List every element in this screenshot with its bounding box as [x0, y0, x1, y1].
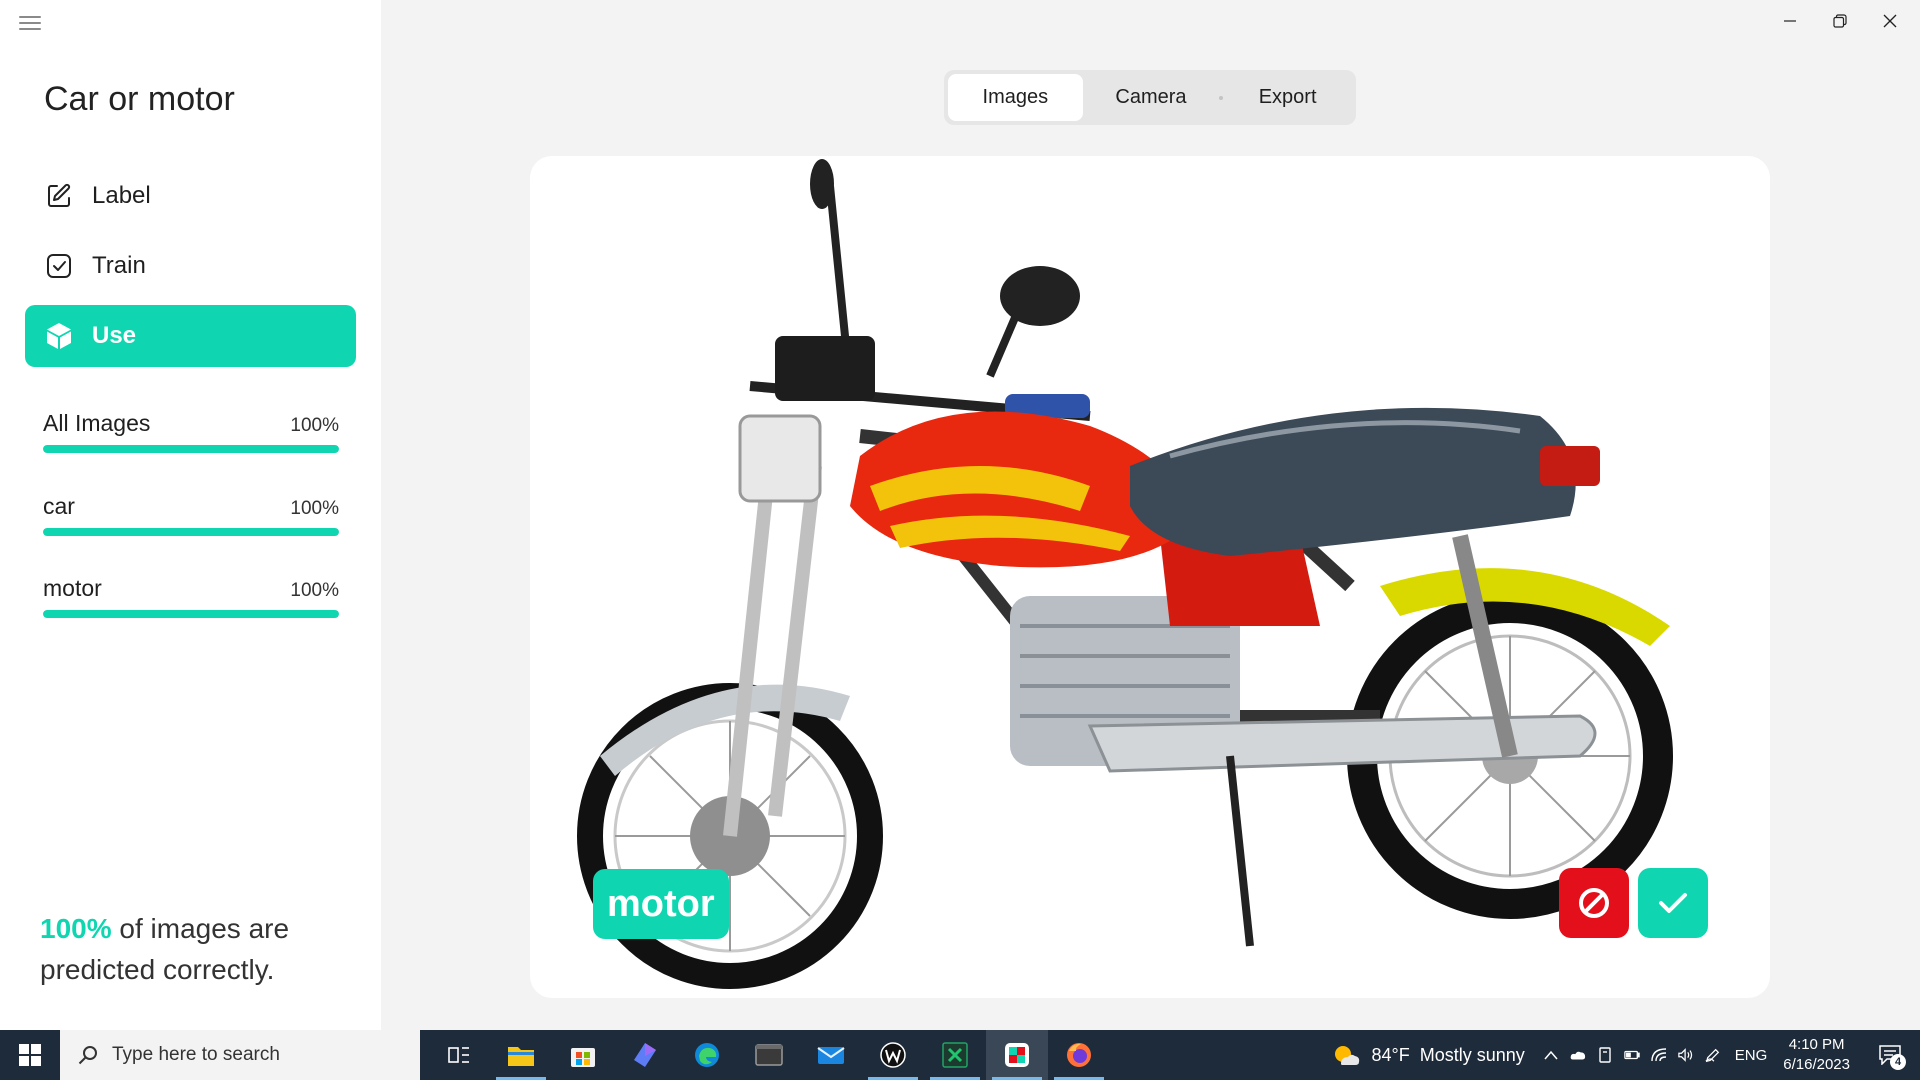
- summary-percent: 100%: [40, 913, 112, 944]
- chevron-up-icon[interactable]: [1543, 1047, 1559, 1063]
- firefox-button[interactable]: [1048, 1030, 1110, 1080]
- task-view-button[interactable]: [428, 1030, 490, 1080]
- wordpad-button[interactable]: [862, 1030, 924, 1080]
- cube-icon: [44, 321, 74, 351]
- start-button[interactable]: [0, 1030, 60, 1080]
- file-explorer-button[interactable]: [490, 1030, 552, 1080]
- accuracy-bar: [43, 610, 339, 618]
- mail-button[interactable]: [800, 1030, 862, 1080]
- volume-icon[interactable]: [1678, 1047, 1694, 1063]
- weather-condition: Mostly sunny: [1419, 1044, 1525, 1065]
- edge-button[interactable]: [676, 1030, 738, 1080]
- copilot-button[interactable]: [614, 1030, 676, 1080]
- system-tray: 84°F Mostly sunny ENG 4:10 PM 6/16/2023 …: [1331, 1030, 1920, 1080]
- accuracy-bar-fill: [43, 610, 339, 618]
- mark-incorrect-button[interactable]: [1559, 868, 1629, 938]
- project-title: Car or motor: [44, 80, 235, 118]
- accuracy-bar-fill: [43, 445, 339, 453]
- restore-icon: [1833, 14, 1847, 28]
- taskbar-search-box[interactable]: Type here to search: [60, 1030, 420, 1080]
- windows-taskbar: Type here to search 84°F Mostly sunny EN…: [0, 1030, 1920, 1080]
- input-language[interactable]: ENG: [1735, 1047, 1768, 1064]
- edit-icon: [44, 181, 74, 211]
- nav-item-train-text: Train: [92, 252, 146, 279]
- nav-item-train[interactable]: Train: [25, 235, 356, 297]
- search-icon: [78, 1046, 97, 1065]
- microsoft-store-button[interactable]: [552, 1030, 614, 1080]
- tab-images[interactable]: Images: [948, 74, 1083, 121]
- minimize-button[interactable]: [1768, 8, 1812, 34]
- tab-export[interactable]: Export: [1223, 74, 1352, 121]
- hamburger-menu-icon[interactable]: [19, 14, 41, 32]
- notification-center-button[interactable]: 4: [1868, 1030, 1912, 1080]
- clock[interactable]: 4:10 PM 6/16/2023: [1783, 1035, 1850, 1075]
- taskbar-apps: [428, 1030, 1110, 1080]
- accuracy-bar: [43, 445, 339, 453]
- stat-car[interactable]: car 100%: [43, 493, 339, 536]
- view-tabs: Images Camera Export: [944, 70, 1356, 125]
- stat-name: All Images: [43, 410, 151, 436]
- stat-percent: 100%: [290, 415, 339, 436]
- accuracy-bar-fill: [43, 528, 339, 536]
- terminal-button[interactable]: [738, 1030, 800, 1080]
- restore-button[interactable]: [1818, 8, 1862, 34]
- excel-button[interactable]: [924, 1030, 986, 1080]
- image-preview-card: motor: [530, 156, 1770, 998]
- minimize-icon: [1784, 20, 1796, 22]
- weather-widget[interactable]: 84°F Mostly sunny: [1331, 1042, 1525, 1068]
- tray-icons: [1543, 1047, 1721, 1063]
- lobe-app-button[interactable]: [986, 1030, 1048, 1080]
- file-explorer-icon: [508, 1047, 534, 1066]
- stat-percent: 100%: [290, 580, 339, 601]
- stat-percent: 100%: [290, 498, 339, 519]
- stat-motor[interactable]: motor 100%: [43, 575, 339, 618]
- stat-name: motor: [43, 575, 102, 601]
- task-view-icon: [448, 1047, 469, 1063]
- tab-camera[interactable]: Camera: [1083, 74, 1220, 121]
- search-placeholder: Type here to search: [112, 1044, 280, 1065]
- terminal-icon: [755, 1044, 783, 1066]
- weather-temperature: 84°F: [1371, 1044, 1410, 1065]
- clock-date: 6/16/2023: [1783, 1056, 1850, 1073]
- partly-sunny-icon: [1335, 1046, 1360, 1065]
- wifi-icon[interactable]: [1651, 1047, 1667, 1063]
- battery-icon[interactable]: [1624, 1047, 1640, 1063]
- pen-icon[interactable]: [1705, 1047, 1721, 1063]
- accuracy-bar: [43, 528, 339, 536]
- excel-icon: [942, 1042, 968, 1068]
- accuracy-summary: 100% of images are predicted correctly.: [40, 908, 340, 990]
- edge-icon: [695, 1043, 719, 1067]
- close-button[interactable]: [1868, 8, 1912, 34]
- clock-time: 4:10 PM: [1788, 1036, 1845, 1053]
- onedrive-icon[interactable]: [1570, 1047, 1586, 1063]
- nav-item-use[interactable]: Use: [25, 305, 356, 367]
- windows-logo-icon: [19, 1044, 41, 1066]
- nav-item-use-text: Use: [92, 322, 137, 349]
- sidebar: Car or motor Label Train Use All Images …: [0, 0, 381, 1030]
- prohibited-icon: [1579, 888, 1609, 918]
- mark-correct-button[interactable]: [1638, 868, 1708, 938]
- prediction-label: motor: [593, 869, 729, 939]
- mail-icon: [817, 1047, 845, 1064]
- firefox-icon: [1067, 1043, 1091, 1067]
- lobe-app-icon: [1005, 1043, 1029, 1067]
- copilot-icon: [634, 1043, 656, 1067]
- notification-count-badge: 4: [1890, 1054, 1906, 1070]
- checkbox-icon: [44, 251, 74, 281]
- device-icon[interactable]: [1597, 1047, 1613, 1063]
- microsoft-store-icon: [571, 1048, 595, 1067]
- stat-name: car: [43, 493, 75, 519]
- checkmark-icon: [1659, 893, 1687, 913]
- wordpad-icon: [880, 1042, 906, 1068]
- nav-item-label-text: Label: [92, 182, 151, 209]
- stat-all-images[interactable]: All Images 100%: [43, 410, 339, 453]
- nav-item-label[interactable]: Label: [25, 165, 356, 227]
- close-icon: [1883, 14, 1897, 28]
